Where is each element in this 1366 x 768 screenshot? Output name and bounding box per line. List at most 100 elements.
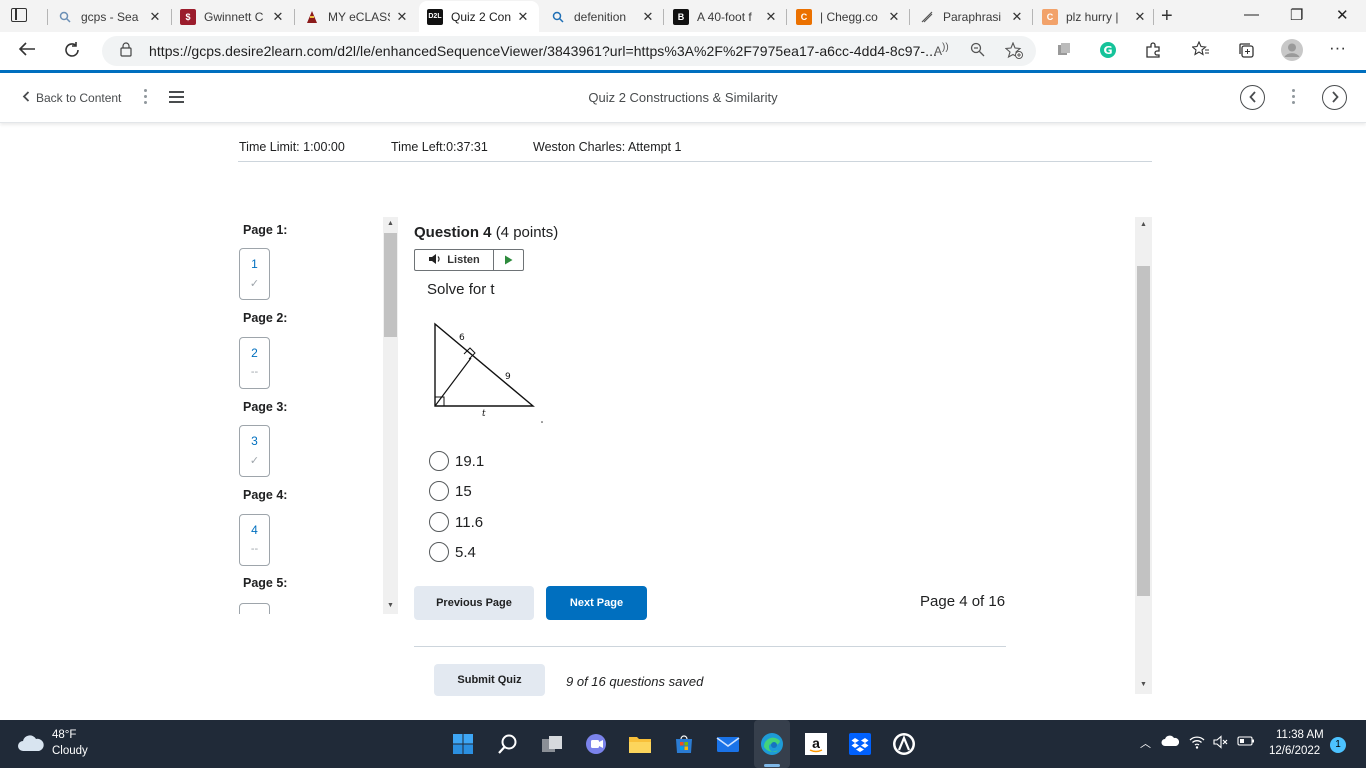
answer-choice-4[interactable]: 5.4 [429,541,476,563]
tab-gcps-search[interactable]: gcps - Sea ✕ [57,3,163,30]
radio-button[interactable] [429,512,449,532]
page-1-button[interactable]: 1 ✓ [239,248,270,300]
answer-choice-2[interactable]: 15 [429,480,472,502]
scrollbar-thumb[interactable] [1137,266,1150,596]
clock-time[interactable]: 11:38 AM [1276,729,1324,741]
dropbox-icon[interactable] [847,731,873,757]
address-bar[interactable]: https://gcps.desire2learn.com/d2l/le/enh… [102,36,1036,66]
scroll-up-icon[interactable]: ▲ [1135,221,1152,228]
tab-40-foot[interactable]: B A 40-foot f ✕ [673,3,779,30]
new-tab-plus-icon[interactable]: + [1161,5,1173,28]
page-indicator: Page 4 of 16 [920,593,1006,610]
favorites-icon[interactable] [1191,40,1210,62]
tab-gwinnett[interactable]: $ Gwinnett C ✕ [180,3,286,30]
page-1-label: Page 1: [243,223,288,237]
divider [414,646,1006,647]
close-tab-icon[interactable]: ✕ [1132,9,1148,25]
next-page-button[interactable]: Next Page [546,586,647,620]
microsoft-store-icon[interactable] [671,731,697,757]
extensions-puzzle-icon[interactable] [1144,41,1162,64]
main-scrollbar[interactable]: ▲ ▼ [1135,217,1152,694]
tab-chegg[interactable]: C | Chegg.co ✕ [796,3,902,30]
tab-plz-hurry[interactable]: C plz hurry | ✕ [1042,3,1148,30]
lock-icon[interactable] [120,42,132,57]
grammarly-icon[interactable]: G [1099,41,1117,64]
refresh-icon[interactable] [63,41,81,64]
profile-avatar-icon[interactable] [1281,39,1303,66]
add-favorite-icon[interactable] [1004,41,1023,62]
scroll-up-icon[interactable]: ▲ [383,220,398,227]
weather-description[interactable]: Cloudy [52,745,88,757]
close-tab-icon[interactable]: ✕ [270,9,286,25]
mail-icon[interactable] [715,731,741,757]
more-options-icon[interactable]: ··· [1329,38,1346,58]
d2l-icon: D2L [427,8,443,25]
page-4-button[interactable]: 4 -- [239,514,270,566]
tab-paraphrasing[interactable]: Paraphrasi ✕ [919,3,1025,30]
volume-muted-icon[interactable] [1213,735,1229,752]
pages-scrollbar[interactable]: ▲ ▼ [383,217,398,614]
restore-icon[interactable]: ❐ [1290,6,1303,24]
radio-button[interactable] [429,451,449,471]
collections-icon[interactable] [1237,41,1255,64]
answer-choice-3[interactable]: 11.6 [429,511,483,533]
close-tab-icon[interactable]: ✕ [763,9,779,25]
page-2-button[interactable]: 2 -- [239,337,270,389]
scroll-down-icon[interactable]: ▼ [383,602,398,609]
close-tab-icon[interactable]: ✕ [640,9,656,25]
tab-separator [1032,9,1033,25]
windows-start-icon[interactable] [450,731,476,757]
brainly-icon: B [673,8,689,25]
scrollbar-thumb[interactable] [384,233,397,337]
minimize-icon[interactable]: — [1244,6,1259,23]
tab-defenition[interactable]: defenition ✕ [550,3,656,30]
amazon-icon[interactable]: a [803,731,829,757]
notification-badge[interactable]: 1 [1330,737,1346,753]
edge-browser-icon[interactable] [759,731,785,757]
tab-my-eclass[interactable]: MY eCLASS ✕ [304,3,410,30]
page-number: 4 [251,523,258,537]
wifi-icon[interactable] [1189,735,1205,752]
page-3-button[interactable]: 3 ✓ [239,425,270,477]
app-circle-icon[interactable] [891,731,917,757]
cloud-icon[interactable] [17,734,45,752]
radio-button[interactable] [429,542,449,562]
quiz-info-bar: Time Limit: 1:00:00 Time Left:0:37:31 We… [238,138,1152,162]
read-aloud-icon[interactable]: A)) [934,42,949,58]
battery-icon[interactable] [1237,735,1255,750]
onedrive-cloud-icon[interactable] [1161,735,1180,750]
chevron-up-icon[interactable]: ︿ [1140,735,1151,751]
extension-icon[interactable] [1056,41,1072,62]
page-5-button[interactable]: 5 [239,603,270,614]
previous-topic-icon[interactable] [1240,85,1265,110]
close-tab-icon[interactable]: ✕ [1009,9,1025,25]
file-explorer-icon[interactable] [627,731,653,757]
play-icon[interactable] [494,250,523,270]
close-tab-icon[interactable]: ✕ [147,9,163,25]
radio-button[interactable] [429,481,449,501]
clock-date[interactable]: 12/6/2022 [1269,745,1320,757]
search-icon[interactable] [495,731,521,757]
browser-tab-strip: gcps - Sea ✕ $ Gwinnett C ✕ MY eCLASS ✕ … [0,0,1366,32]
weather-temperature[interactable]: 48°F [52,729,76,741]
previous-page-button[interactable]: Previous Page [414,586,534,620]
teams-chat-icon[interactable] [583,731,609,757]
tab-quiz-2[interactable]: D2L Quiz 2 Con ✕ [419,1,539,32]
listen-part[interactable]: Listen [415,250,494,270]
next-topic-icon[interactable] [1322,85,1347,110]
listen-button[interactable]: Listen [414,249,524,271]
scroll-down-icon[interactable]: ▼ [1135,681,1152,688]
zoom-icon[interactable] [970,42,985,60]
close-tab-icon[interactable]: ✕ [394,9,410,25]
submit-quiz-button[interactable]: Submit Quiz [434,664,545,696]
answer-choice-1[interactable]: 19.1 [429,450,484,472]
close-tab-icon[interactable]: ✕ [886,9,902,25]
back-arrow-icon[interactable] [18,41,36,62]
close-tab-icon[interactable]: ✕ [515,9,531,25]
close-window-icon[interactable]: ✕ [1336,6,1349,24]
tab-actions-menu-icon[interactable] [11,8,27,22]
tab-separator [909,9,910,25]
unanswered-dash-icon: -- [250,543,259,555]
task-view-icon[interactable] [539,731,565,757]
svg-text:a: a [812,735,820,751]
